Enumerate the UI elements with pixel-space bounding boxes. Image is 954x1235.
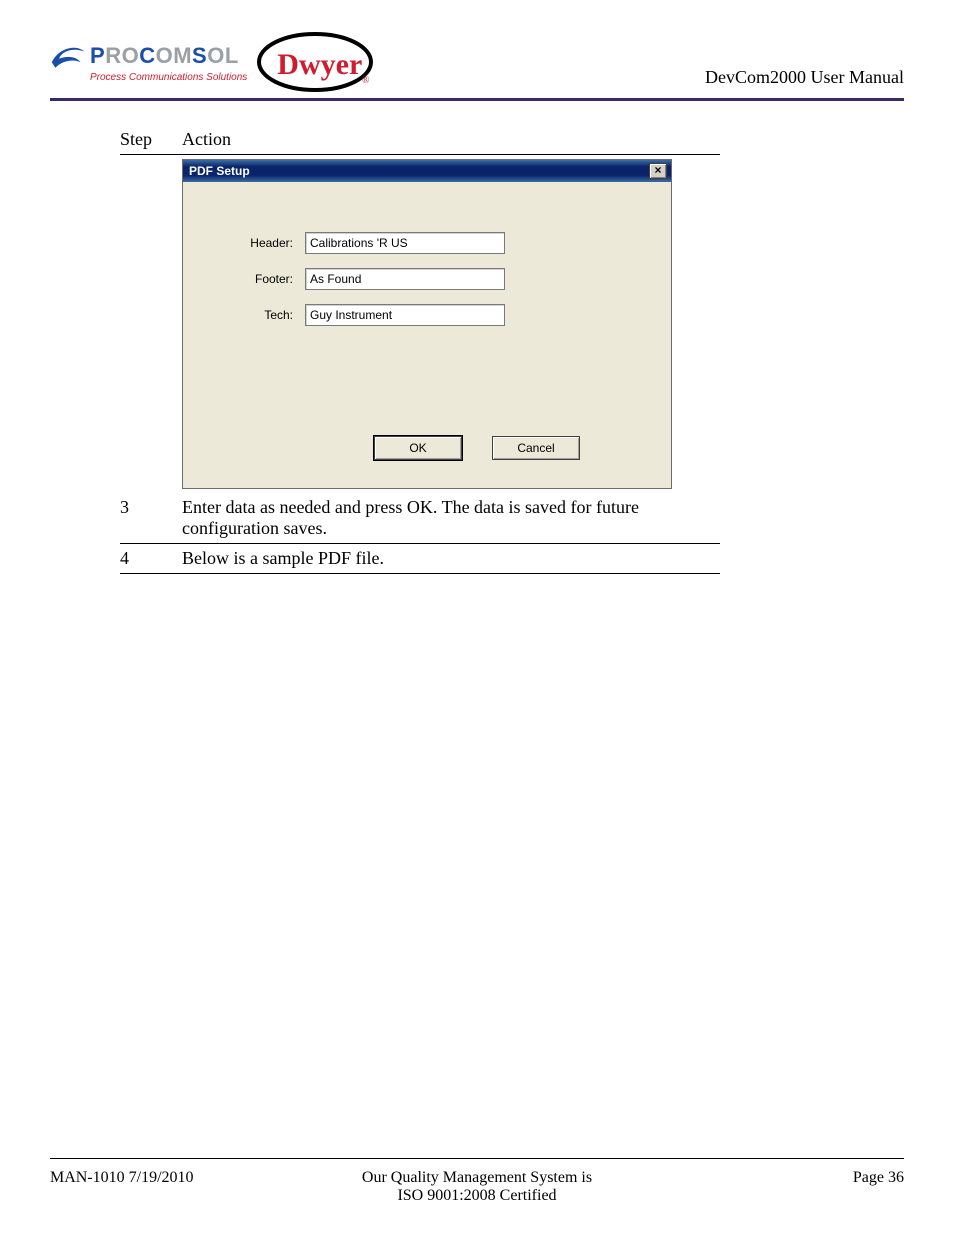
table-row: 3 Enter data as needed and press OK. The…	[120, 493, 720, 544]
page-footer: MAN-1010 7/19/2010 Our Quality Managemen…	[50, 1158, 904, 1205]
table-header-row: Step Action	[120, 129, 720, 155]
dialog-titlebar: PDF Setup ×	[183, 160, 671, 182]
step-number: 4	[120, 548, 164, 569]
swirl-icon	[50, 42, 86, 70]
footer-center-line1: Our Quality Management System is	[250, 1169, 704, 1187]
page-header: PROCOMSOL Process Communications Solutio…	[50, 30, 904, 101]
cancel-button[interactable]: Cancel	[492, 436, 580, 460]
table-row: 4 Below is a sample PDF file.	[120, 544, 720, 574]
footer-label: Footer:	[203, 272, 293, 286]
step-number: 3	[120, 497, 164, 539]
header-label: Header:	[203, 236, 293, 250]
step-action: Below is a sample PDF file.	[182, 548, 720, 569]
footer-center-line2: ISO 9001:2008 Certified	[250, 1187, 704, 1205]
footer-right: Page 36	[704, 1169, 904, 1187]
action-header: Action	[182, 129, 720, 150]
dialog-title: PDF Setup	[189, 164, 250, 178]
footer-left: MAN-1010 7/19/2010	[50, 1169, 250, 1187]
tech-label: Tech:	[203, 308, 293, 322]
step-action: Enter data as needed and press OK. The d…	[182, 497, 720, 539]
footer-field[interactable]	[305, 268, 505, 290]
manual-title: DevCom2000 User Manual	[705, 67, 904, 94]
pdf-setup-dialog: PDF Setup × Header: Footer: Tech:	[182, 159, 672, 489]
procomsol-logo: PROCOMSOL Process Communications Solutio…	[50, 42, 247, 83]
dwyer-logo: Dwyer ®	[255, 30, 375, 94]
company-tagline: Process Communications Solutions	[90, 72, 247, 83]
company-name: PROCOMSOL	[90, 43, 239, 69]
ok-button[interactable]: OK	[374, 436, 462, 460]
step-header: Step	[120, 129, 164, 150]
tech-field[interactable]	[305, 304, 505, 326]
header-field[interactable]	[305, 232, 505, 254]
close-icon[interactable]: ×	[649, 163, 667, 179]
